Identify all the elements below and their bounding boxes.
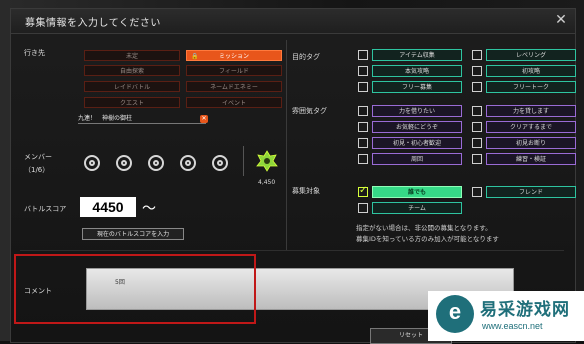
target-checkbox-anyone[interactable] bbox=[358, 185, 368, 197]
dest-option-mission[interactable]: ミッション bbox=[186, 50, 282, 62]
purpose-checkbox[interactable] bbox=[472, 82, 482, 92]
mood-checkbox[interactable] bbox=[358, 154, 368, 164]
watermark-url: www.eascn.net bbox=[482, 321, 543, 331]
monster-icon bbox=[256, 150, 278, 172]
members-label: メンバー bbox=[24, 153, 52, 161]
mood-checkbox[interactable] bbox=[472, 154, 482, 164]
member-slot-icon bbox=[116, 155, 132, 171]
target-anyone[interactable]: 誰でも bbox=[372, 186, 462, 198]
watermark: e 易采游戏网 www.eascn.net bbox=[428, 291, 584, 341]
dest-option-quest[interactable]: クエスト bbox=[84, 97, 180, 108]
purpose-checkbox[interactable] bbox=[358, 50, 368, 60]
recruit-note-line-1: 指定がない場合は、非公開の募集となります。 bbox=[356, 224, 492, 232]
mood-checkbox[interactable] bbox=[358, 122, 368, 132]
mood-checkbox[interactable] bbox=[472, 106, 482, 116]
member-slot-icon bbox=[84, 155, 100, 171]
close-icon[interactable]: ✕ bbox=[553, 12, 569, 28]
battle-score-input[interactable]: 4450 bbox=[80, 197, 136, 217]
tag-casual[interactable]: お気軽にどうぞ bbox=[372, 121, 462, 133]
mission-name-field[interactable]: 九連！ 神樹の御柱 bbox=[78, 113, 206, 124]
highlight-annotation bbox=[14, 254, 256, 324]
destination-label: 行き先 bbox=[24, 49, 45, 57]
target-checkbox-friend[interactable] bbox=[472, 187, 482, 197]
mood-tags-label: 雰囲気タグ bbox=[292, 107, 327, 115]
watermark-logo-glyph: e bbox=[448, 299, 462, 324]
watermark-logo-icon: e bbox=[436, 295, 474, 333]
tag-practice[interactable]: 練習・検証 bbox=[486, 153, 576, 165]
member-slot-icon bbox=[212, 155, 228, 171]
tag-want-help[interactable]: 力を借りたい bbox=[372, 105, 462, 117]
monster-value: 4,450 bbox=[258, 179, 276, 186]
dest-option-undecided[interactable]: 未定 bbox=[84, 50, 180, 61]
purpose-checkbox[interactable] bbox=[472, 66, 482, 76]
watermark-text: 易采游戏网 bbox=[480, 300, 570, 320]
recruit-note: 指定がない場合は、非公開の募集となります。 募集IDを知っている方のみ加入が可能… bbox=[356, 223, 556, 245]
title-bar: 募集情報を入力してください ✕ bbox=[11, 9, 575, 34]
dest-option-free-explore[interactable]: 自由探索 bbox=[84, 65, 180, 76]
recruit-note-line-2: 募集IDを知っている方のみ加入が可能となります bbox=[356, 235, 499, 243]
purpose-checkbox[interactable] bbox=[358, 82, 368, 92]
tag-leveling[interactable]: レベリング bbox=[486, 49, 576, 61]
purpose-tags-label: 目的タグ bbox=[292, 53, 320, 61]
tag-serious-clear[interactable]: 本気攻略 bbox=[372, 65, 462, 77]
column-divider bbox=[286, 40, 287, 250]
mood-checkbox[interactable] bbox=[472, 122, 482, 132]
tag-until-clear[interactable]: クリアするまで bbox=[486, 121, 576, 133]
tag-first-clear[interactable]: 初攻略 bbox=[486, 65, 576, 77]
divider bbox=[243, 146, 244, 176]
dest-option-event[interactable]: イベント bbox=[186, 97, 282, 108]
mood-checkbox[interactable] bbox=[358, 106, 368, 116]
target-team[interactable]: チーム bbox=[372, 202, 462, 214]
battle-score-label: バトルスコア bbox=[24, 205, 67, 213]
tag-offer-help[interactable]: 力を貸します bbox=[486, 105, 576, 117]
dialog-title: 募集情報を入力してください bbox=[25, 18, 161, 29]
score-range-suffix: 〜 bbox=[142, 201, 156, 217]
section-divider bbox=[20, 250, 564, 251]
mood-checkbox[interactable] bbox=[472, 138, 482, 148]
member-slot-icon bbox=[148, 155, 164, 171]
tag-farming[interactable]: 周回 bbox=[372, 153, 462, 165]
tag-no-first-timers[interactable]: 初見お断り bbox=[486, 137, 576, 149]
mood-checkbox[interactable] bbox=[358, 138, 368, 148]
dest-option-field[interactable]: フィールド bbox=[186, 65, 282, 76]
recruit-target-label: 募集対象 bbox=[292, 187, 320, 195]
tag-item-collection[interactable]: アイテム収集 bbox=[372, 49, 462, 61]
member-slot-icon bbox=[180, 155, 196, 171]
clear-mission-button[interactable]: ✕ bbox=[200, 115, 208, 123]
tag-free-talk[interactable]: フリートーク bbox=[486, 81, 576, 93]
members-count: （1/6） bbox=[24, 166, 50, 174]
mission-name-text: 九連！ 神樹の御柱 bbox=[78, 115, 133, 122]
tag-beginners-welcome[interactable]: 初見・初心者歓迎 bbox=[372, 137, 462, 149]
tag-free-recruit[interactable]: フリー募集 bbox=[372, 81, 462, 93]
purpose-checkbox[interactable] bbox=[472, 50, 482, 60]
target-checkbox-team[interactable] bbox=[358, 203, 368, 213]
target-friend[interactable]: フレンド bbox=[486, 186, 576, 198]
purpose-checkbox[interactable] bbox=[358, 66, 368, 76]
dest-option-raid-battle[interactable]: レイドバトル bbox=[84, 81, 180, 92]
dest-option-named-enemy[interactable]: ネームドエネミー bbox=[186, 81, 282, 92]
apply-battle-score-button[interactable]: 現在のバトルスコアを入力 bbox=[82, 228, 184, 240]
